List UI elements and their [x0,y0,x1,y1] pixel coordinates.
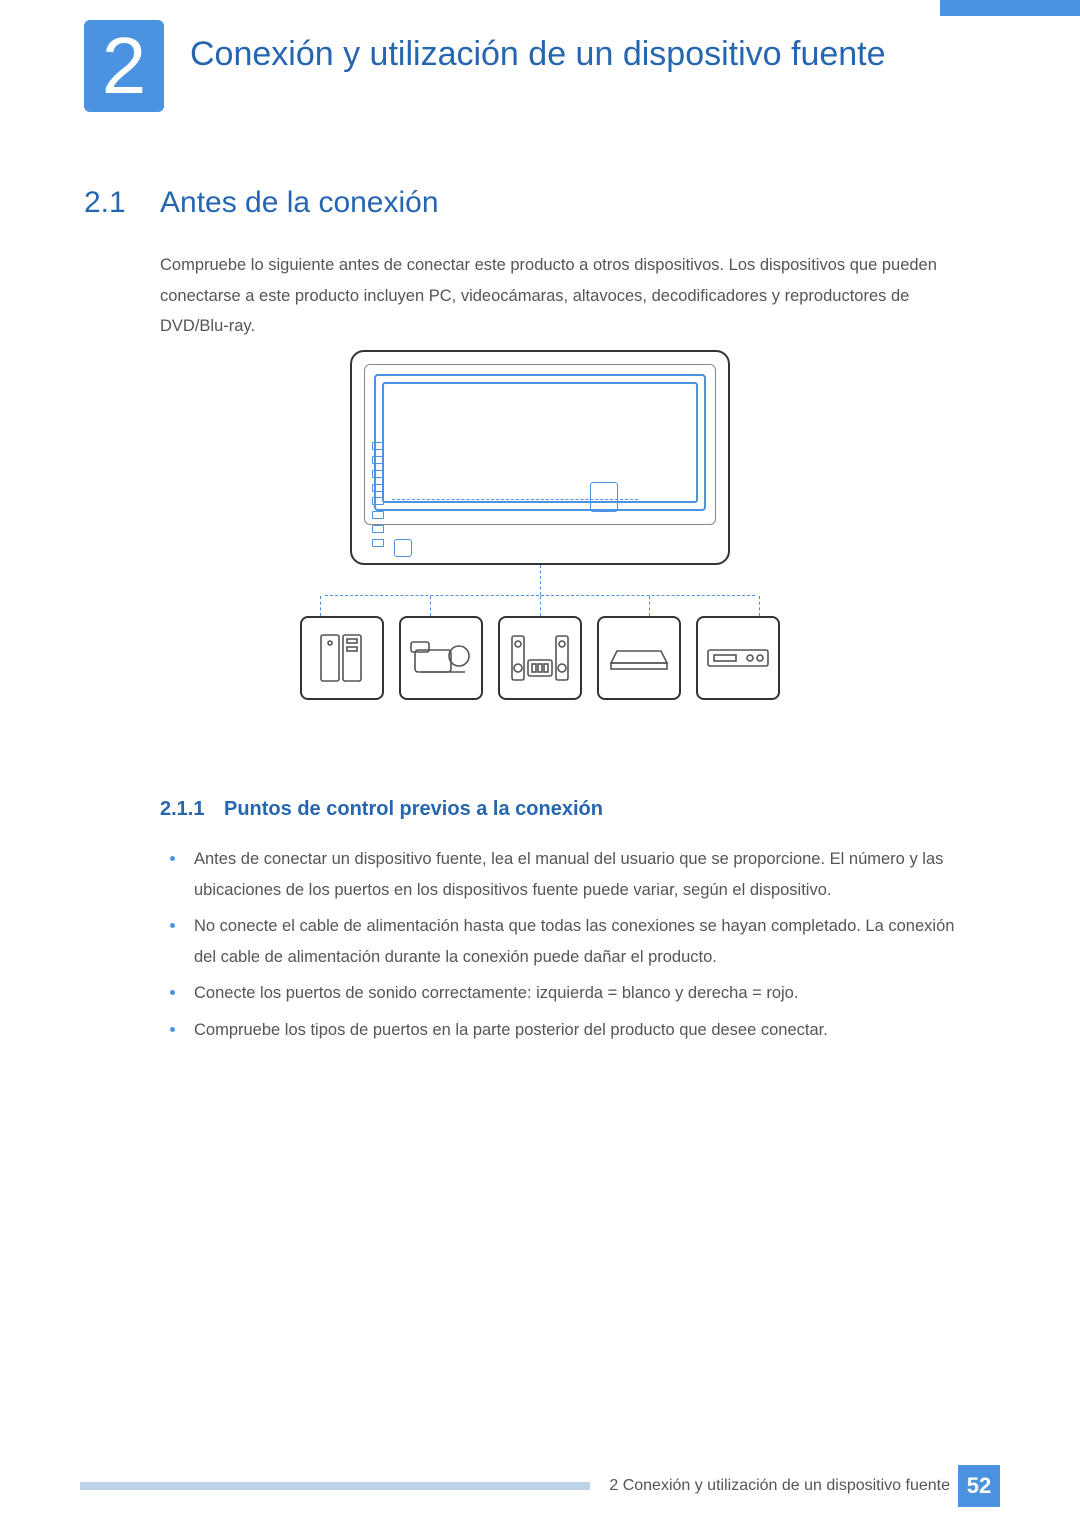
section-intro-paragraph: Compruebe lo siguiente antes de conectar… [160,250,960,342]
device-back-panel-icon [350,350,730,565]
bullet-list: Antes de conectar un dispositivo fuente,… [170,844,960,1051]
chapter-number-badge: 2 [84,20,164,112]
footer-chapter-label: 2 Conexión y utilización de un dispositi… [609,1477,950,1495]
subsection-heading: 2.1.1 Puntos de control previos a la con… [160,798,603,821]
list-item: No conecte el cable de alimentación hast… [170,911,960,972]
list-item: Compruebe los tipos de puertos en la par… [170,1015,960,1046]
footer-rule [80,1482,593,1490]
list-item: Antes de conectar un dispositivo fuente,… [170,844,960,905]
pc-icon [300,616,384,700]
connection-diagram [300,350,780,700]
set-top-box-icon [597,616,681,700]
subsection-title: Puntos de control previos a la conexión [224,798,603,821]
header-accent-bar [940,0,1080,16]
chapter-number: 2 [102,26,147,106]
speakers-icon [498,616,582,700]
page-footer: 2 Conexión y utilización de un dispositi… [80,1465,1000,1507]
section-title: Antes de la conexión [160,186,439,220]
section-heading: 2.1 Antes de la conexión [84,186,439,220]
chapter-title: Conexión y utilización de un dispositivo… [190,34,940,75]
camcorder-icon [399,616,483,700]
list-item: Conecte los puertos de sonido correctame… [170,978,960,1009]
page-number: 52 [958,1465,1000,1507]
section-number: 2.1 [84,186,160,220]
subsection-number: 2.1.1 [160,798,224,821]
dvd-player-icon [696,616,780,700]
